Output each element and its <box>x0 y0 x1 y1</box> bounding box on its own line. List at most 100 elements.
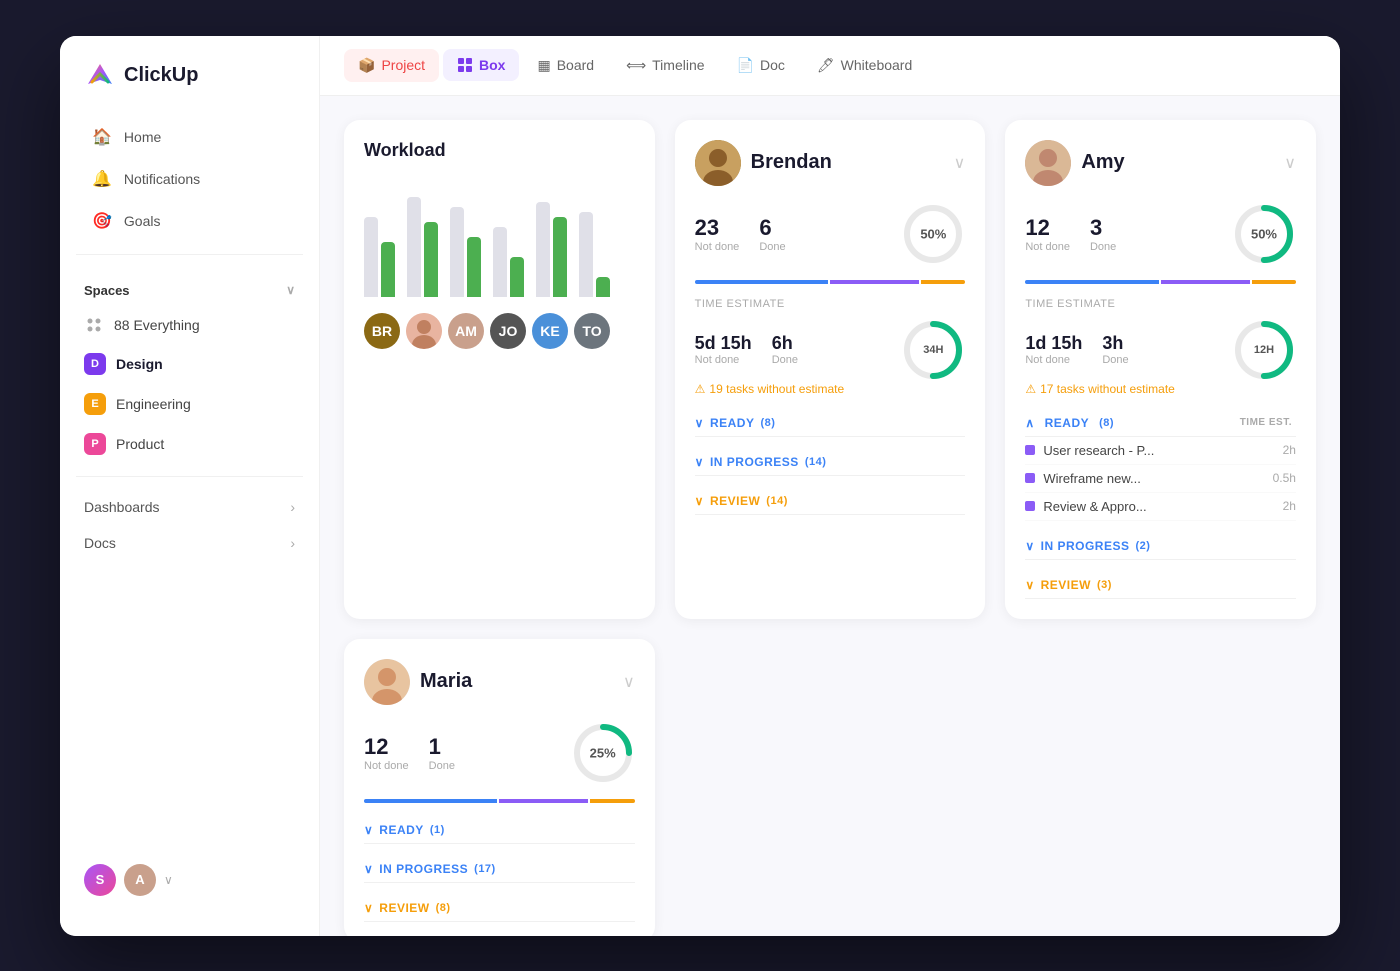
goals-icon: 🎯 <box>92 211 112 231</box>
bar-group-5 <box>536 202 567 297</box>
user-avatar-s[interactable]: S <box>84 864 116 896</box>
avatar-maria <box>406 313 442 349</box>
avatar-brendan: BR <box>364 313 400 349</box>
brendan-ring-label: 34H <box>923 344 943 356</box>
maria-review-header[interactable]: ∨ REVIEW (8) <box>364 895 635 922</box>
sidebar-item-notifications[interactable]: 🔔 Notifications <box>68 159 311 199</box>
sidebar: ClickUp 🏠 Home 🔔 Notifications 🎯 Goals S… <box>60 36 320 936</box>
divider <box>76 254 303 255</box>
maria-stats: 12 Not done 1 Done 25% <box>364 721 635 785</box>
maria-menu-icon[interactable]: ∨ <box>623 672 635 692</box>
sidebar-item-design[interactable]: D Design <box>60 345 319 383</box>
bar-green <box>553 217 567 297</box>
maria-progress-ring: 25% <box>571 721 635 785</box>
yellow-bar <box>921 280 965 284</box>
amy-progress-ring: 50% <box>1232 202 1296 266</box>
content-area: Workload <box>320 96 1340 936</box>
task-dot <box>1025 445 1035 455</box>
brendan-ready-header[interactable]: ∨ READY (8) <box>695 410 966 437</box>
maria-info: Maria <box>364 659 472 705</box>
tab-whiteboard[interactable]: 🖊 Whiteboard <box>803 49 926 82</box>
bar-group-2 <box>407 197 438 297</box>
design-badge: D <box>84 353 106 375</box>
top-nav: 📦 Project Box ▦ Board ⟺ Timeline <box>320 36 1340 96</box>
tab-timeline[interactable]: ⟺ Timeline <box>612 49 718 82</box>
maria-ready-group: ∨ READY (1) <box>364 817 635 844</box>
brendan-ready-group: ∨ READY (8) <box>695 410 966 437</box>
brendan-status-bar <box>695 280 966 284</box>
amy-inprogress-header[interactable]: ∨ IN PROGRESS (2) <box>1025 533 1296 560</box>
brendan-progress-ring: 50% <box>901 202 965 266</box>
brendan-menu-icon[interactable]: ∨ <box>954 153 966 173</box>
tab-project[interactable]: 📦 Project <box>344 49 439 82</box>
avatar-amy: AM <box>448 313 484 349</box>
blue-bar <box>1025 280 1158 284</box>
workload-avatars: BR AM JO KE TO <box>364 313 635 349</box>
amy-progress-text: 50% <box>1251 226 1277 241</box>
maria-inprogress-header[interactable]: ∨ IN PROGRESS (17) <box>364 856 635 883</box>
sidebar-item-engineering[interactable]: E Engineering <box>60 385 319 423</box>
bar-group-3 <box>450 207 481 297</box>
box-icon <box>457 57 473 73</box>
amy-avatar <box>1025 140 1071 186</box>
maria-inprogress-group: ∨ IN PROGRESS (17) <box>364 856 635 883</box>
main-content: 📦 Project Box ▦ Board ⟺ Timeline <box>320 36 1340 936</box>
doc-icon: 📄 <box>737 57 754 74</box>
task-row-1: User research - P... 2h <box>1025 437 1296 465</box>
home-icon: 🏠 <box>92 127 112 147</box>
bar-group-4 <box>493 227 524 297</box>
logo-text: ClickUp <box>124 64 198 87</box>
maria-card: Maria ∨ 12 Not done 1 Done <box>344 639 655 936</box>
purple-bar <box>830 280 919 284</box>
sidebar-item-product[interactable]: P Product <box>60 425 319 463</box>
logo: ClickUp <box>60 60 319 116</box>
tab-doc[interactable]: 📄 Doc <box>723 49 799 82</box>
brendan-time-estimate: TIME ESTIMATE 5d 15h Not done 6h Done <box>695 298 966 396</box>
amy-review-header[interactable]: ∨ REVIEW (3) <box>1025 572 1296 599</box>
bar-grey <box>450 207 464 297</box>
user-avatar-a[interactable]: A <box>124 864 156 896</box>
user-menu-chevron[interactable]: ∨ <box>164 873 173 887</box>
workload-title: Workload <box>364 140 635 161</box>
amy-menu-icon[interactable]: ∨ <box>1284 153 1296 173</box>
sidebar-item-dashboards[interactable]: Dashboards › <box>60 489 319 525</box>
divider2 <box>76 476 303 477</box>
chevron-right-icon2: › <box>290 535 295 551</box>
amy-time-ring: 12H <box>1232 318 1296 382</box>
sidebar-bottom: S A ∨ <box>60 848 319 912</box>
board-icon: ▦ <box>537 57 550 74</box>
avatar-ke: KE <box>532 313 568 349</box>
sidebar-item-everything[interactable]: 88 Everything <box>60 307 319 343</box>
tab-box[interactable]: Box <box>443 49 519 81</box>
yellow-bar <box>590 799 634 803</box>
brendan-done: 6 Done <box>759 215 785 253</box>
sidebar-item-home[interactable]: 🏠 Home <box>68 117 311 157</box>
maria-review-group: ∨ REVIEW (8) <box>364 895 635 922</box>
sidebar-item-goals[interactable]: 🎯 Goals <box>68 201 311 241</box>
project-icon: 📦 <box>358 57 375 74</box>
task-dot <box>1025 473 1035 483</box>
brendan-review-group: ∨ REVIEW (14) <box>695 488 966 515</box>
sidebar-item-docs[interactable]: Docs › <box>60 525 319 561</box>
tab-board[interactable]: ▦ Board <box>523 49 608 82</box>
brendan-stats: 23 Not done 6 Done 50% <box>695 202 966 266</box>
bar-green <box>467 237 481 297</box>
brendan-review-header[interactable]: ∨ REVIEW (14) <box>695 488 966 515</box>
maria-ready-header[interactable]: ∨ READY (1) <box>364 817 635 844</box>
amy-inprogress-group: ∨ IN PROGRESS (2) <box>1025 533 1296 560</box>
amy-info: Amy <box>1025 140 1124 186</box>
amy-ready-header[interactable]: ∧ READY (8) TIME EST. <box>1025 410 1296 437</box>
workload-chart <box>364 177 635 297</box>
maria-status-bar <box>364 799 635 803</box>
bar-grey <box>579 212 593 297</box>
task-row-2: Wireframe new... 0.5h <box>1025 465 1296 493</box>
task-row-3: Review & Appro... 2h <box>1025 493 1296 521</box>
amy-time-estimate: TIME ESTIMATE 1d 15h Not done 3h Done <box>1025 298 1296 396</box>
avatar-jo: JO <box>490 313 526 349</box>
brendan-inprogress-header[interactable]: ∨ IN PROGRESS (14) <box>695 449 966 476</box>
chevron-down-icon[interactable]: ∨ <box>286 283 295 297</box>
bar-group-6 <box>579 212 610 297</box>
engineering-badge: E <box>84 393 106 415</box>
blue-bar <box>364 799 497 803</box>
spaces-header: Spaces ∨ <box>60 267 319 306</box>
